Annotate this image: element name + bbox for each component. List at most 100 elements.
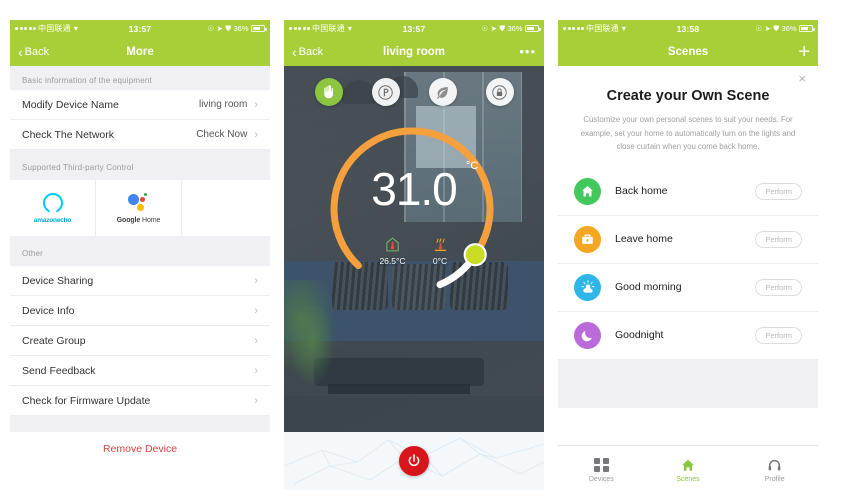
floor-heating-icon: [434, 238, 446, 252]
google-home-icon: [127, 192, 150, 213]
status-bar-clock: 13:58: [676, 23, 700, 34]
status-bar: 中国联通 ▾ 13:57 ☉ ➤ ⛊ 36%: [284, 20, 544, 37]
floor-heating-readout: 0°C: [432, 236, 449, 266]
temperature-dial[interactable]: 31.0 °C 26.5°C 0°C: [284, 110, 544, 320]
grid-icon: [594, 457, 609, 473]
back-button[interactable]: ‹ Back: [18, 45, 49, 59]
row-device-sharing[interactable]: Device Sharing ›: [10, 266, 270, 296]
perform-button[interactable]: Perform: [755, 278, 802, 296]
section-header-basic-info: Basic information of the equipment: [10, 66, 270, 90]
scene-label: Leave home: [615, 233, 673, 246]
phone-screen-scenes: 中国联通 ▾ 13:58 ☉ ➤ ⛊ 36% Scenes + × Create…: [558, 20, 818, 490]
eco-mode-button[interactable]: [428, 78, 457, 106]
back-button[interactable]: ‹ Back: [292, 45, 323, 59]
lock-mode-button[interactable]: [485, 78, 514, 106]
perform-button[interactable]: Perform: [755, 182, 802, 200]
row-value: Check Now: [196, 129, 248, 140]
add-scene-button[interactable]: +: [798, 42, 810, 62]
sun-cloud-icon: [574, 273, 601, 301]
perform-button[interactable]: Perform: [755, 326, 802, 344]
perform-button[interactable]: Perform: [755, 230, 802, 248]
more-options-button[interactable]: •••: [519, 44, 536, 59]
room-temperature-value: 26.5°C: [379, 256, 406, 266]
tab-scenes[interactable]: Scenes: [645, 453, 732, 483]
tab-label: Devices: [588, 476, 614, 484]
row-value: living room: [198, 99, 248, 110]
third-party-logo-row: amazonecho Google Home: [10, 180, 270, 236]
house-thermometer-icon: [386, 237, 399, 252]
readout-row: 26.5°C 0°C: [284, 236, 544, 266]
battery-icon: [251, 25, 267, 32]
thermostat-screen: 31.0 °C 26.5°C 0°C: [284, 66, 544, 490]
home-icon: [682, 459, 694, 471]
scene-row-leave-home[interactable]: Leave home Perform: [558, 216, 818, 264]
row-label: Create Group: [22, 334, 86, 347]
create-scene-description: Customize your own personal scenes to su…: [580, 115, 796, 152]
scene-row-goodnight[interactable]: Goodnight Perform: [558, 312, 818, 360]
status-bar: 中国联通 ▾ 13:57 ☉ ➤ ⛊ 36%: [10, 20, 270, 37]
scene-row-back-home[interactable]: Back home Perform: [558, 168, 818, 216]
scene-label: Goodnight: [615, 329, 664, 342]
scene-label: Back home: [615, 185, 668, 198]
back-button-label: Back: [24, 45, 50, 58]
leaf-icon: [436, 86, 448, 99]
program-mode-button[interactable]: [371, 78, 400, 106]
tab-devices[interactable]: Devices: [558, 453, 645, 484]
moon-icon: [574, 321, 601, 349]
status-bar-clock: 13:57: [402, 23, 426, 34]
chevron-left-icon: ‹: [18, 43, 23, 60]
briefcase-icon: [574, 225, 601, 253]
tab-label: Profile: [764, 476, 785, 483]
row-label: Check The Network: [22, 128, 115, 141]
power-button[interactable]: [399, 446, 429, 476]
power-footer: [284, 432, 544, 490]
program-p-icon: [378, 84, 393, 100]
row-check-the-network[interactable]: Check The Network Check Now ›: [10, 120, 270, 150]
chevron-right-icon: ›: [254, 128, 258, 141]
third-party-amazon-echo[interactable]: amazonecho: [10, 180, 96, 236]
chevron-left-icon: ‹: [292, 43, 297, 60]
amazon-echo-label: amazonecho: [33, 216, 72, 224]
row-device-info[interactable]: Device Info ›: [10, 296, 270, 326]
chevron-right-icon: ›: [254, 364, 258, 377]
home-icon: [574, 177, 601, 205]
third-party-empty-slot: [182, 180, 270, 236]
list-spacer: [10, 416, 270, 432]
headset-icon: [768, 459, 781, 471]
battery-icon: [525, 25, 541, 32]
row-modify-device-name[interactable]: Modify Device Name living room ›: [10, 90, 270, 120]
status-bar: 中国联通 ▾ 13:58 ☉ ➤ ⛊ 36%: [558, 20, 818, 37]
bottom-tab-bar: Devices Scenes Profile: [558, 445, 818, 490]
chevron-right-icon: ›: [254, 334, 258, 347]
third-party-google-home[interactable]: Google Home: [96, 180, 182, 236]
chevron-right-icon: ›: [254, 98, 258, 111]
google-home-label: Google Home: [116, 216, 161, 224]
scene-label: Good morning: [615, 281, 682, 294]
row-create-group[interactable]: Create Group ›: [10, 326, 270, 356]
row-label: Send Feedback: [22, 364, 96, 377]
row-label: Modify Device Name: [22, 98, 119, 111]
chevron-right-icon: ›: [254, 394, 258, 407]
row-send-feedback[interactable]: Send Feedback ›: [10, 356, 270, 386]
tab-profile[interactable]: Profile: [731, 453, 818, 483]
scene-row-good-morning[interactable]: Good morning Perform: [558, 264, 818, 312]
remove-device-button[interactable]: Remove Device: [10, 432, 270, 455]
battery-icon: [799, 25, 815, 32]
row-label: Check for Firmware Update: [22, 394, 151, 407]
nav-bar-more: ‹ Back More: [10, 37, 270, 66]
room-temperature-readout: 26.5°C: [379, 236, 406, 266]
chevron-right-icon: ›: [254, 274, 258, 287]
page-title: Scenes: [667, 45, 709, 58]
power-icon: [408, 454, 420, 466]
phone-screen-thermostat: 中国联通 ▾ 13:57 ☉ ➤ ⛊ 36% ‹ Back living roo…: [284, 20, 544, 490]
row-check-firmware-update[interactable]: Check for Firmware Update ›: [10, 386, 270, 416]
back-button-label: Back: [298, 45, 324, 58]
row-label: Device Info: [22, 304, 75, 317]
nav-bar-living-room: ‹ Back living room •••: [284, 37, 544, 66]
manual-mode-button[interactable]: [314, 78, 343, 106]
target-temperature-value: 31.0: [371, 163, 458, 215]
create-scene-title: Create your Own Scene: [606, 88, 770, 104]
phone-screen-device-settings: 中国联通 ▾ 13:57 ☉ ➤ ⛊ 36% ‹ Back More Basic…: [10, 20, 270, 490]
floor-heating-value: 0°C: [432, 256, 448, 266]
close-icon[interactable]: ×: [798, 72, 806, 85]
